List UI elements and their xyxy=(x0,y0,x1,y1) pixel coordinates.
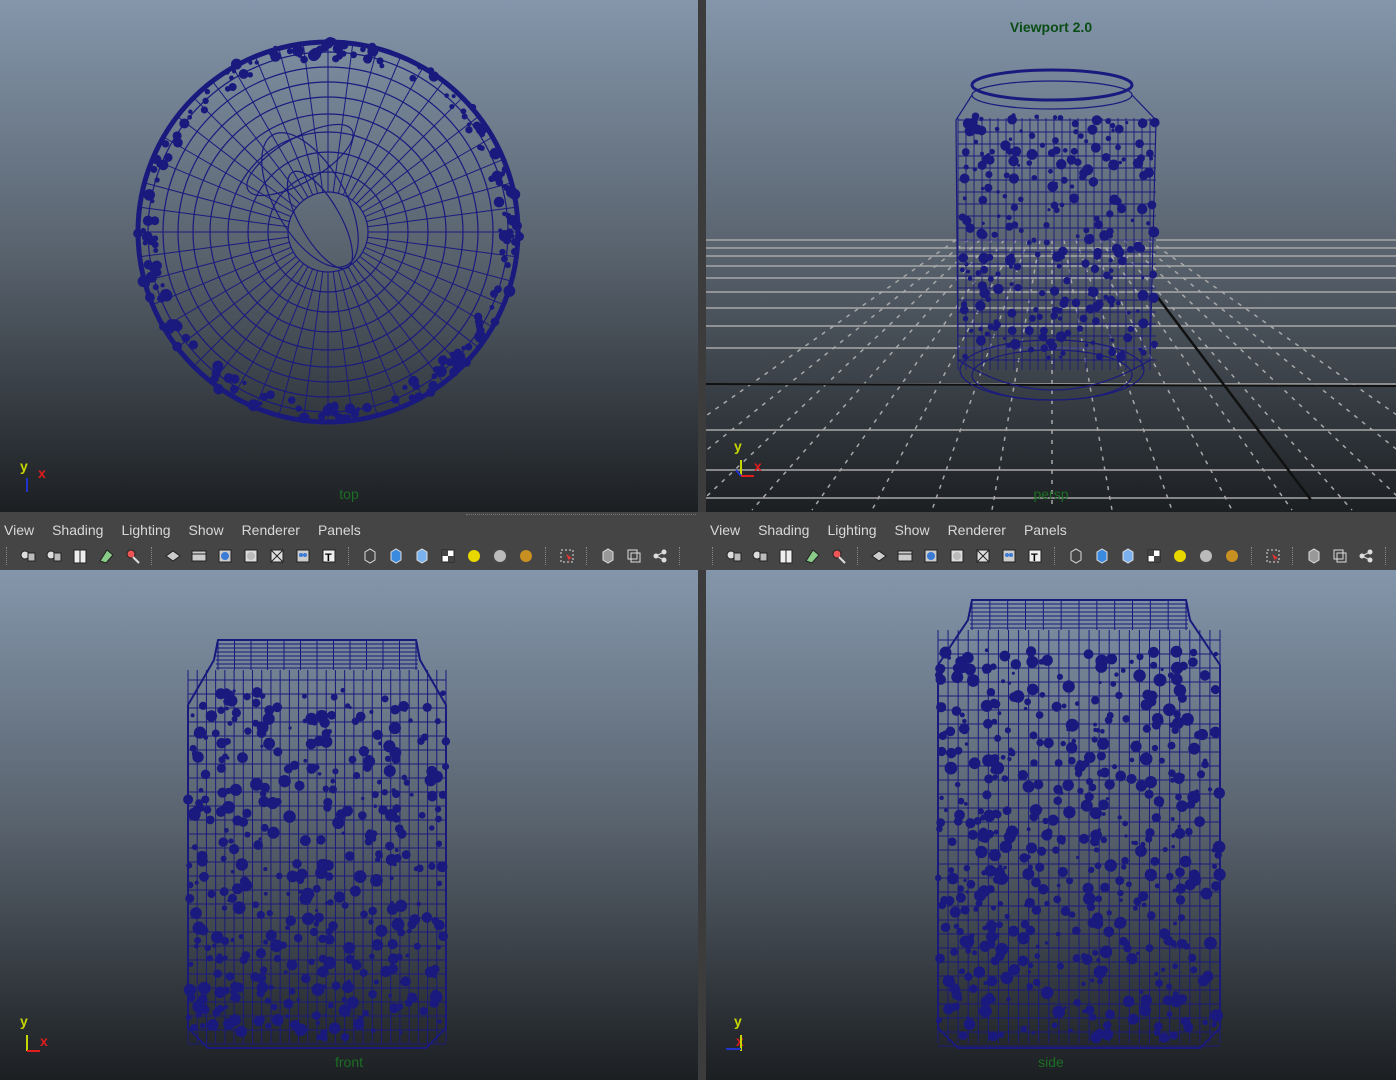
image-plane-icon[interactable] xyxy=(96,546,116,566)
isolate-select-icon[interactable] xyxy=(557,546,577,566)
grid-icon[interactable] xyxy=(869,546,889,566)
persp-grid-and-can xyxy=(706,68,1396,511)
panel-bar-left: View Shading Lighting Show Renderer Pane… xyxy=(0,512,698,570)
panel-menu: View Shading Lighting Show Renderer Pane… xyxy=(4,522,379,538)
menu-panels[interactable]: Panels xyxy=(1024,522,1076,538)
flat-shade-icon[interactable] xyxy=(1118,546,1138,566)
viewport-front[interactable]: y x front xyxy=(0,570,698,1080)
menu-view[interactable]: View xyxy=(4,522,43,538)
panel-toolbar: T xyxy=(706,545,1394,567)
menu-renderer[interactable]: Renderer xyxy=(242,522,309,538)
smooth-shade-icon[interactable] xyxy=(1092,546,1112,566)
film-gate-icon[interactable] xyxy=(189,546,209,566)
gate-mask-icon[interactable] xyxy=(947,546,967,566)
safe-title-icon[interactable]: T xyxy=(319,546,339,566)
svg-text:T: T xyxy=(1031,552,1038,564)
menu-view[interactable]: View xyxy=(710,522,749,538)
panel-menu: View Shading Lighting Show Renderer Pane… xyxy=(710,522,1085,538)
grease-pencil-icon[interactable] xyxy=(122,546,142,566)
xray-icon[interactable] xyxy=(598,546,618,566)
camera-label-side: side xyxy=(1038,1054,1064,1070)
bookmarks-icon[interactable] xyxy=(776,546,796,566)
menu-shading[interactable]: Shading xyxy=(758,522,818,538)
menu-show[interactable]: Show xyxy=(189,522,233,538)
viewport-persp[interactable]: Viewport 2.0 y x persp xyxy=(706,0,1396,512)
xray-joints-icon[interactable] xyxy=(1330,546,1350,566)
isolate-select-icon[interactable] xyxy=(1263,546,1283,566)
menu-lighting[interactable]: Lighting xyxy=(121,522,179,538)
viewport-top[interactable]: y x top xyxy=(0,0,698,512)
shadows-icon[interactable] xyxy=(1196,546,1216,566)
xray-icon[interactable] xyxy=(1304,546,1324,566)
grid-icon[interactable] xyxy=(163,546,183,566)
smooth-shade-icon[interactable] xyxy=(386,546,406,566)
camera-lock-icon[interactable] xyxy=(750,546,770,566)
menu-shading[interactable]: Shading xyxy=(52,522,112,538)
safe-action-icon[interactable] xyxy=(999,546,1019,566)
screen-space-ao-icon[interactable] xyxy=(1222,546,1242,566)
wireframe-icon[interactable] xyxy=(360,546,380,566)
menu-panels[interactable]: Panels xyxy=(318,522,370,538)
axis-indicator: y x xyxy=(18,1013,58,1055)
screen-space-ao-icon[interactable] xyxy=(516,546,536,566)
textured-icon[interactable] xyxy=(1144,546,1164,566)
use-lights-icon[interactable] xyxy=(464,546,484,566)
axis-indicator: y x xyxy=(18,458,58,500)
textured-icon[interactable] xyxy=(438,546,458,566)
use-lights-icon[interactable] xyxy=(1170,546,1190,566)
panel-toolbar: T xyxy=(0,545,688,567)
axis-indicator: y x xyxy=(732,438,772,480)
gate-mask-icon[interactable] xyxy=(241,546,261,566)
viewport-side[interactable]: y x side xyxy=(706,570,1396,1080)
safe-title-icon[interactable]: T xyxy=(1025,546,1045,566)
xray-joints-icon[interactable] xyxy=(624,546,644,566)
xray-components-icon[interactable] xyxy=(1356,546,1376,566)
film-gate-icon[interactable] xyxy=(895,546,915,566)
axis-indicator: y x xyxy=(714,1013,754,1055)
can-top-wireframe xyxy=(133,37,525,425)
resolution-gate-icon[interactable] xyxy=(921,546,941,566)
menu-show[interactable]: Show xyxy=(895,522,939,538)
camera-label-front: front xyxy=(334,1054,364,1070)
panel-toolbar-strip: View Shading Lighting Show Renderer Pane… xyxy=(0,512,1396,570)
camera-select-icon[interactable] xyxy=(724,546,744,566)
camera-label-top: top xyxy=(339,486,359,502)
grease-pencil-icon[interactable] xyxy=(828,546,848,566)
menu-lighting[interactable]: Lighting xyxy=(827,522,885,538)
svg-text:T: T xyxy=(325,552,332,564)
xray-components-icon[interactable] xyxy=(650,546,670,566)
renderer-title: Viewport 2.0 xyxy=(1009,19,1093,35)
flat-shade-icon[interactable] xyxy=(412,546,432,566)
camera-label-persp: persp xyxy=(1033,486,1069,502)
resolution-gate-icon[interactable] xyxy=(215,546,235,566)
camera-lock-icon[interactable] xyxy=(44,546,64,566)
image-plane-icon[interactable] xyxy=(802,546,822,566)
camera-select-icon[interactable] xyxy=(18,546,38,566)
viewport-splitter[interactable] xyxy=(698,570,706,1080)
viewport-splitter[interactable] xyxy=(698,0,706,512)
bookmarks-icon[interactable] xyxy=(70,546,90,566)
field-chart-icon[interactable] xyxy=(267,546,287,566)
shadows-icon[interactable] xyxy=(490,546,510,566)
wireframe-icon[interactable] xyxy=(1066,546,1086,566)
can-side-wireframe xyxy=(934,599,1226,1049)
menu-renderer[interactable]: Renderer xyxy=(948,522,1015,538)
field-chart-icon[interactable] xyxy=(973,546,993,566)
safe-action-icon[interactable] xyxy=(293,546,313,566)
can-front-wireframe xyxy=(183,639,451,1049)
panel-bar-right: View Shading Lighting Show Renderer Pane… xyxy=(706,512,1396,570)
